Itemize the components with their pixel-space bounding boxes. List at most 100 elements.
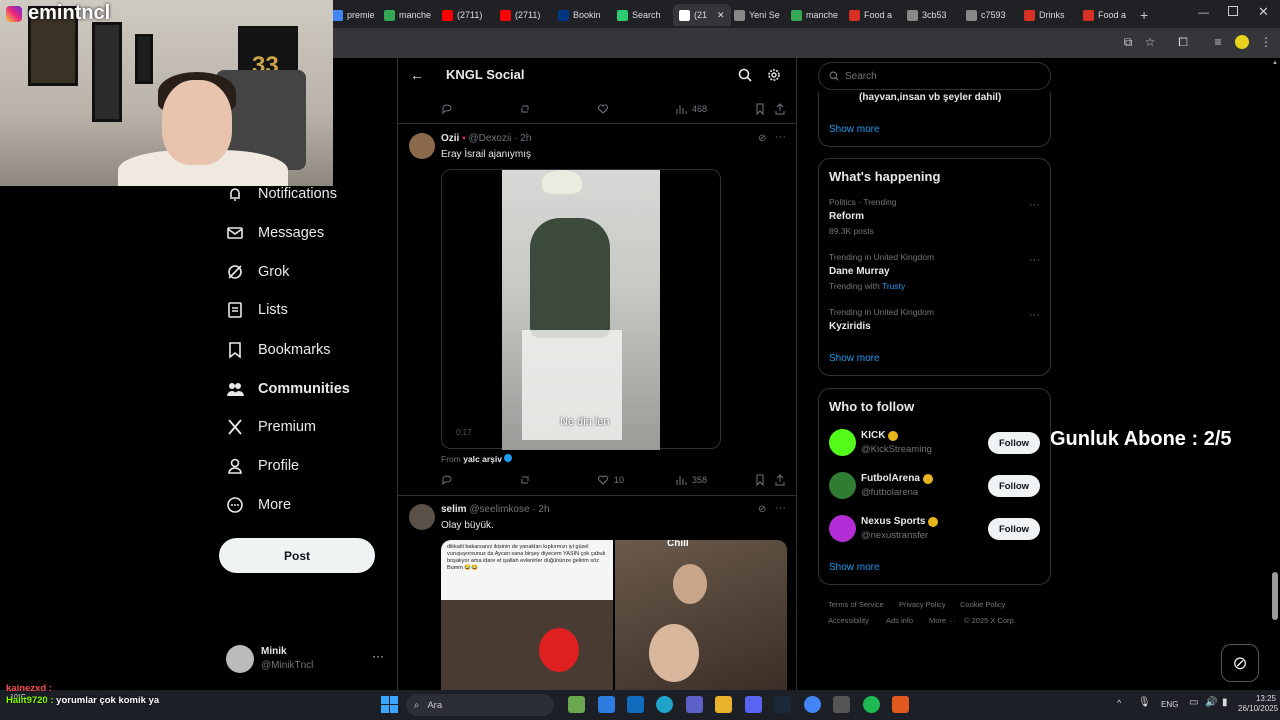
account-name[interactable]: KICK <box>861 430 899 441</box>
spotify-icon[interactable] <box>863 696 880 713</box>
account-switcher[interactable]: Minik @MinikTncl ··· <box>226 643 386 675</box>
author-name[interactable]: Ozii <box>441 133 459 144</box>
avatar[interactable] <box>829 429 856 456</box>
star-icon[interactable]: ☆ <box>1143 35 1157 49</box>
tray-chevron-icon[interactable]: ^ <box>1117 698 1121 708</box>
nav-item-grok[interactable]: Grok <box>226 261 289 283</box>
reply-icon[interactable] <box>441 103 453 115</box>
browser-tab[interactable]: manche <box>791 4 838 26</box>
nav-item-notifications[interactable]: Notifications <box>226 183 337 205</box>
volume-icon[interactable]: 🔊 <box>1205 697 1217 708</box>
page-scrollbar[interactable]: ▲ <box>1271 60 1279 690</box>
author-name[interactable]: selim <box>441 504 467 515</box>
browser-tab[interactable]: Drinks <box>1024 4 1065 26</box>
reply-icon[interactable] <box>441 474 453 486</box>
search-icon[interactable] <box>738 68 752 82</box>
profile-avatar[interactable] <box>1235 35 1249 49</box>
discord-icon[interactable] <box>745 696 762 713</box>
footer-link[interactable]: More ··· <box>929 616 956 625</box>
repost-icon[interactable] <box>519 103 531 115</box>
monitor-icon[interactable]: ▭ <box>1189 697 1198 708</box>
video-player[interactable]: Ne din len 0:17 <box>441 169 721 450</box>
browser-tab[interactable]: (21 ✕ <box>673 4 731 26</box>
account-name[interactable]: FutbolArena <box>861 473 933 484</box>
extensions-icon[interactable]: ⧠ <box>1176 35 1190 49</box>
battery-icon[interactable]: ▮ <box>1222 697 1228 708</box>
windows-start-icon[interactable] <box>381 696 398 713</box>
taskbar-search[interactable]: ⌕ Ara <box>406 694 554 716</box>
settings-icon[interactable] <box>833 696 850 713</box>
steam-icon[interactable] <box>774 696 791 713</box>
share-icon[interactable] <box>774 474 786 486</box>
footer-link[interactable]: Accessibility <box>828 616 869 625</box>
trend-more-icon[interactable]: ··· <box>1029 199 1040 211</box>
tweet-image[interactable]: dikkatli bakarsanız ikisinin de yanaklar… <box>441 540 787 690</box>
browser-tab[interactable]: premie <box>332 4 375 26</box>
like-icon[interactable] <box>597 103 609 115</box>
tweet-time[interactable]: 2h <box>520 133 531 144</box>
avatar[interactable] <box>409 133 435 159</box>
follow-button[interactable]: Follow <box>988 518 1040 540</box>
cast-icon[interactable]: ⧉ <box>1121 35 1135 49</box>
avatar[interactable] <box>829 472 856 499</box>
browser-tab[interactable]: (2711) <box>442 4 482 26</box>
browser-tab[interactable]: Search <box>617 4 661 26</box>
trend-more-icon[interactable]: ··· <box>1029 254 1040 266</box>
follow-button[interactable]: Follow <box>988 432 1040 454</box>
browser-tab[interactable]: c7593 <box>966 4 1006 26</box>
browser-tab[interactable]: 3cb53 <box>907 4 947 26</box>
nav-item-messages[interactable]: Messages <box>226 222 324 244</box>
new-tab-button[interactable]: + <box>1140 4 1148 26</box>
store-icon[interactable] <box>598 696 615 713</box>
search-input[interactable]: Search <box>818 62 1051 90</box>
author-handle[interactable]: @Dexozii <box>468 133 511 144</box>
tweet-more-icon[interactable]: ··· <box>775 131 786 143</box>
views-count[interactable]: 358 <box>675 474 707 486</box>
footer-link[interactable]: Terms of Service <box>828 600 884 609</box>
browser-tab[interactable]: Food a <box>849 4 892 26</box>
nav-item-lists[interactable]: Lists <box>226 299 288 321</box>
scroll-thumb[interactable] <box>1272 572 1278 620</box>
close-tab-icon[interactable]: ✕ <box>717 10 725 21</box>
nav-item-profile[interactable]: Profile <box>226 455 299 477</box>
nav-item-communities[interactable]: Communities <box>226 378 350 400</box>
like-button[interactable]: 10 <box>597 474 624 486</box>
avatar[interactable] <box>829 515 856 542</box>
nav-item-premium[interactable]: Premium <box>226 416 316 438</box>
teams-icon[interactable] <box>686 696 703 713</box>
grok-icon[interactable]: ⊘ <box>758 133 766 144</box>
grok-floating-icon[interactable]: ⊘ <box>1221 644 1259 682</box>
show-more-link[interactable]: Show more <box>829 124 880 135</box>
outlook-icon[interactable] <box>627 696 644 713</box>
show-more-link[interactable]: Show more <box>829 562 880 573</box>
repost-icon[interactable] <box>519 474 531 486</box>
footer-link[interactable]: Ads info <box>886 616 913 625</box>
browser-tab[interactable]: manche <box>384 4 431 26</box>
views-count[interactable]: 468 <box>675 103 707 115</box>
browser-menu-icon[interactable]: ⋮ <box>1259 35 1273 49</box>
browser-tab[interactable]: (2711) <box>500 4 540 26</box>
post-button[interactable]: Post <box>219 538 375 573</box>
avatar[interactable] <box>409 504 435 530</box>
account-name[interactable]: Nexus Sports <box>861 516 939 527</box>
microphone-icon[interactable]: 🎙 <box>1138 697 1151 708</box>
account-more-icon[interactable]: ··· <box>372 649 384 663</box>
app-icon[interactable] <box>892 696 909 713</box>
language-indicator[interactable]: ENG <box>1161 700 1178 709</box>
show-more-link[interactable]: Show more <box>829 353 880 364</box>
follow-button[interactable]: Follow <box>988 475 1040 497</box>
minimize-button[interactable]: — <box>1198 7 1209 19</box>
bookmark-icon[interactable] <box>754 103 766 115</box>
back-arrow-icon[interactable]: ← <box>410 67 424 83</box>
tweet-time[interactable]: 2h <box>538 504 549 515</box>
nav-item-more[interactable]: More <box>226 494 291 516</box>
maximize-button[interactable] <box>1228 6 1238 16</box>
widgets-icon[interactable] <box>568 696 585 713</box>
grok-icon[interactable]: ⊘ <box>758 504 766 515</box>
from-account-link[interactable]: yalc arşiv <box>463 454 502 464</box>
trend-more-icon[interactable]: ··· <box>1029 309 1040 321</box>
nav-item-bookmarks[interactable]: Bookmarks <box>226 339 331 361</box>
footer-link[interactable]: Cookie Policy <box>960 600 1005 609</box>
bookmark-icon[interactable] <box>754 474 766 486</box>
settings-gear-icon[interactable] <box>767 68 781 82</box>
